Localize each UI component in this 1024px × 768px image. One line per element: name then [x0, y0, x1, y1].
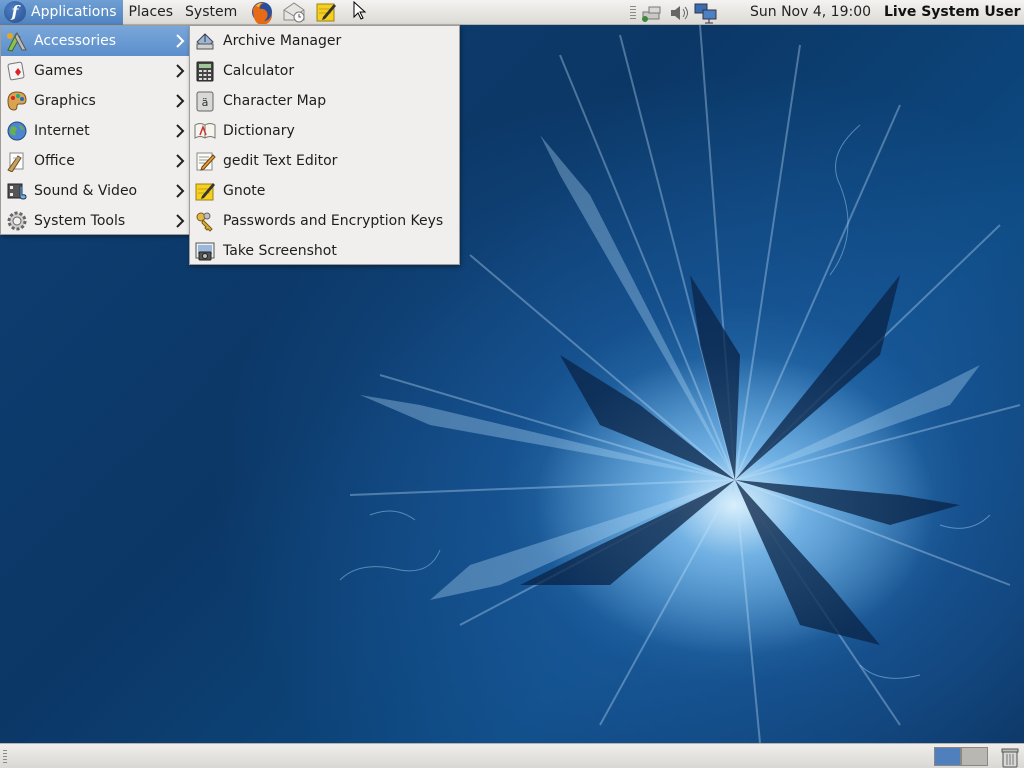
menu-item-graphics[interactable]: Graphics: [1, 86, 189, 116]
trash-icon[interactable]: [999, 746, 1021, 768]
character-map-icon: ä: [193, 89, 217, 113]
menu-item-archive-manager[interactable]: Archive Manager: [190, 26, 459, 56]
graphics-icon: [5, 89, 29, 113]
menu-item-label: System Tools: [34, 213, 126, 229]
evolution-mail-icon: [283, 2, 305, 23]
menu-item-label: Sound & Video: [34, 183, 138, 199]
system-tools-icon: [5, 209, 29, 233]
menu-item-dictionary[interactable]: Dictionary: [190, 116, 459, 146]
places-menu-button[interactable]: Places: [123, 0, 180, 25]
chevron-right-icon: [176, 34, 185, 48]
keys-icon: [193, 209, 217, 233]
office-icon: [5, 149, 29, 173]
menu-item-label: Passwords and Encryption Keys: [223, 213, 444, 229]
dictionary-icon: [193, 119, 217, 143]
sound-video-icon: [5, 179, 29, 203]
menu-item-label: Internet: [34, 123, 90, 139]
gnote-icon: [193, 179, 217, 203]
menu-item-label: Accessories: [34, 33, 117, 49]
bottom-panel: [0, 743, 1024, 768]
chevron-right-icon: [176, 214, 185, 228]
menu-item-passwords-keys[interactable]: Passwords and Encryption Keys: [190, 206, 459, 236]
chevron-right-icon: [176, 154, 185, 168]
menu-item-label: Gnote: [223, 183, 266, 199]
menu-item-label: Games: [34, 63, 83, 79]
menu-item-label: gedit Text Editor: [223, 153, 338, 169]
menu-item-games[interactable]: Games: [1, 56, 189, 86]
chevron-right-icon: [176, 94, 185, 108]
panel-grip: [630, 5, 636, 20]
menu-item-take-screenshot[interactable]: Take Screenshot: [190, 236, 459, 266]
accessories-icon: [5, 29, 29, 53]
menu-item-system-tools[interactable]: System Tools: [1, 206, 189, 236]
svg-text:ä: ä: [202, 96, 209, 109]
firefox-icon: [252, 2, 273, 24]
menu-item-sound-video[interactable]: Sound & Video: [1, 176, 189, 206]
games-icon: [5, 59, 29, 83]
calculator-icon: [193, 59, 217, 83]
volume-icon[interactable]: [668, 3, 692, 23]
workspace-switcher-2[interactable]: [961, 747, 988, 766]
panel-grip: [3, 750, 7, 764]
accessories-submenu: Archive Manager Calculator ä Character M…: [189, 25, 460, 265]
workspace-switcher-1[interactable]: [934, 747, 961, 766]
menu-item-internet[interactable]: Internet: [1, 116, 189, 146]
evolution-mail-launcher[interactable]: [281, 0, 307, 25]
system-menu-button[interactable]: System: [179, 0, 243, 25]
menu-item-accessories[interactable]: Accessories: [1, 26, 189, 56]
network-manager-icon[interactable]: [640, 3, 662, 23]
applications-menu: Accessories Games Graphics Internet Offi…: [0, 25, 190, 235]
applications-menu-label: Applications: [31, 4, 117, 20]
user-switcher[interactable]: Live System User: [884, 0, 1021, 24]
mouse-pointer-icon: [353, 1, 367, 20]
menu-item-label: Archive Manager: [223, 33, 342, 49]
screenshot-icon: [193, 239, 217, 263]
menu-item-gedit[interactable]: gedit Text Editor: [190, 146, 459, 176]
network-computer-icon[interactable]: [694, 2, 718, 24]
menu-item-calculator[interactable]: Calculator: [190, 56, 459, 86]
menu-item-character-map[interactable]: ä Character Map: [190, 86, 459, 116]
text-editor-icon: [193, 149, 217, 173]
menu-item-label: Office: [34, 153, 75, 169]
menu-item-gnote[interactable]: Gnote: [190, 176, 459, 206]
fedora-logo-icon: f: [4, 1, 26, 23]
gnote-icon: [316, 3, 337, 22]
menu-item-label: Dictionary: [223, 123, 295, 139]
chevron-right-icon: [176, 64, 185, 78]
archive-manager-icon: [193, 29, 217, 53]
notification-area: [630, 0, 718, 25]
menu-item-office[interactable]: Office: [1, 146, 189, 176]
chevron-right-icon: [176, 124, 185, 138]
menu-item-label: Character Map: [223, 93, 327, 109]
gnote-launcher[interactable]: [313, 0, 339, 25]
applications-menu-button[interactable]: f Applications: [0, 0, 123, 25]
menu-item-label: Take Screenshot: [223, 243, 337, 259]
panel-clock[interactable]: Sun Nov 4, 19:00: [750, 0, 871, 24]
menu-item-label: Calculator: [223, 63, 295, 79]
firefox-launcher[interactable]: [249, 0, 275, 25]
top-panel: f Applications Places System Sun Nov 4, …: [0, 0, 1024, 25]
chevron-right-icon: [176, 184, 185, 198]
menu-item-label: Graphics: [34, 93, 96, 109]
internet-icon: [5, 119, 29, 143]
